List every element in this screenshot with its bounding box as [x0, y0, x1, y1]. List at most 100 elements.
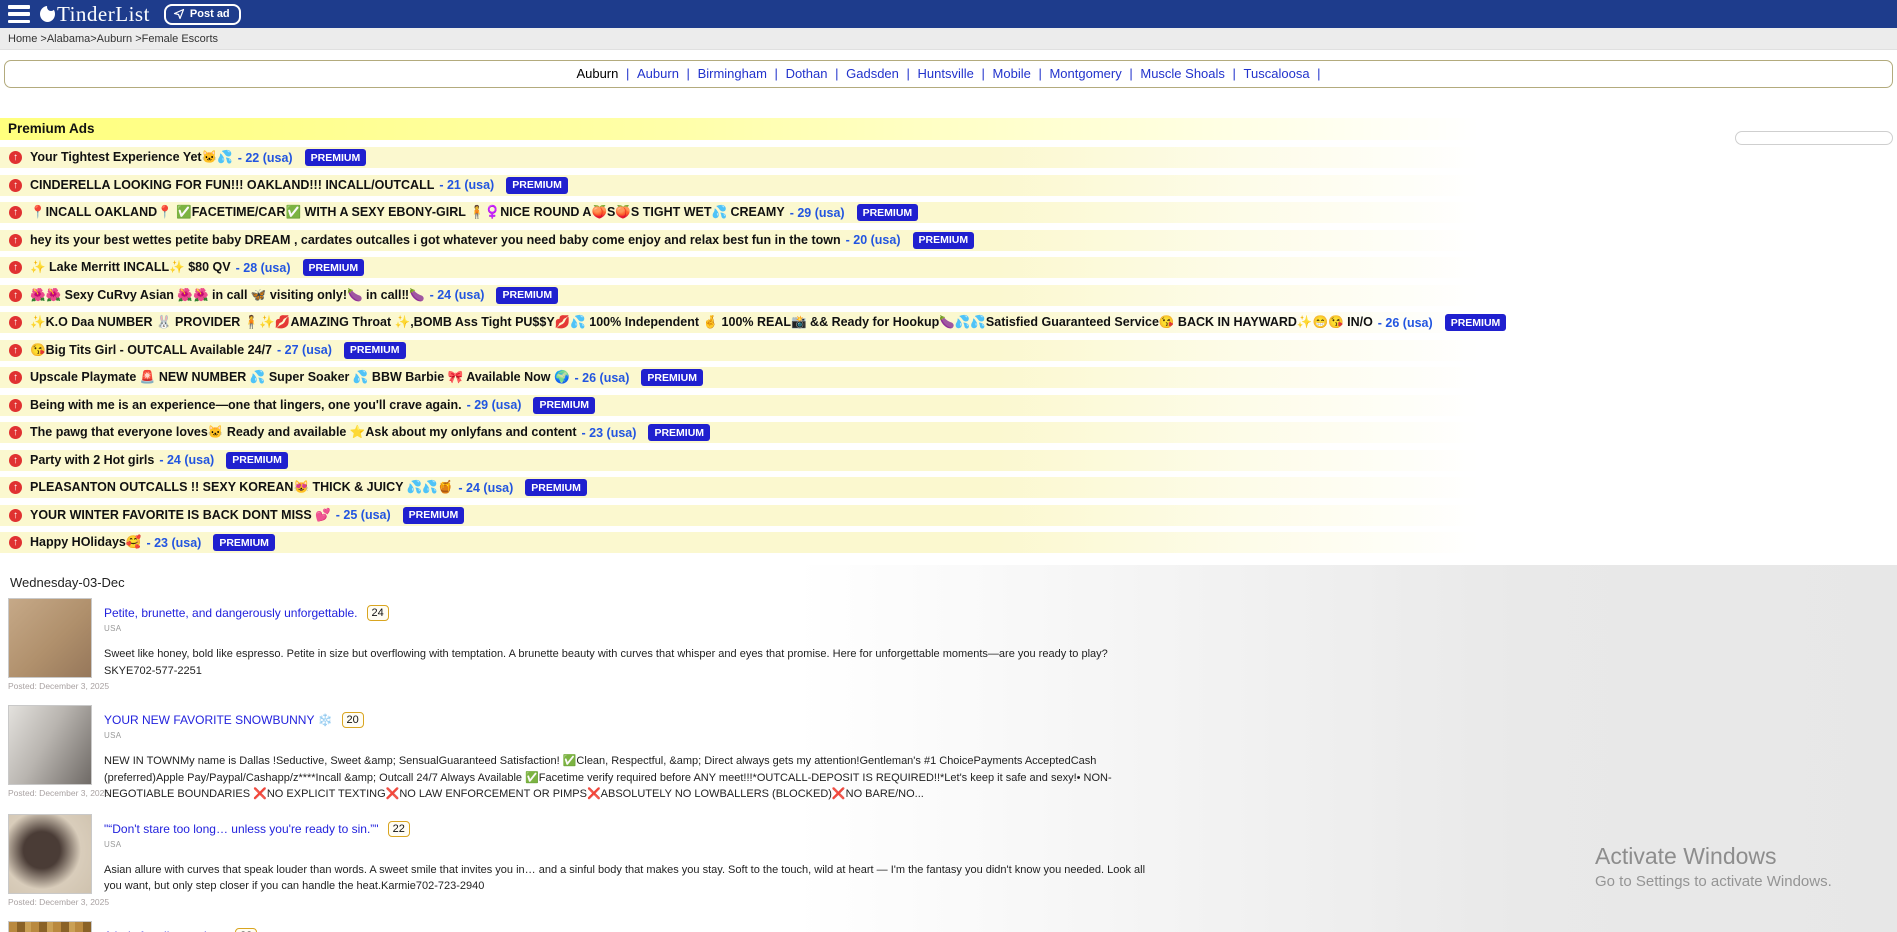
listing-thumbnail[interactable] — [8, 705, 92, 785]
premium-ad-age: - 22 (usa) — [238, 151, 293, 165]
premium-ad-age: - 25 (usa) — [336, 508, 391, 522]
premium-ad-age: - 29 (usa) — [790, 206, 845, 220]
premium-badge: PREMIUM — [913, 232, 975, 249]
premium-ad-row[interactable]: ↑ Upscale Playmate 🚨 NEW NUMBER 💦 Super … — [0, 367, 1897, 388]
city-link[interactable]: Auburn — [576, 66, 618, 81]
listing-thumbnail[interactable] — [8, 598, 92, 678]
premium-badge: PREMIUM — [344, 342, 406, 359]
premium-ad-age: - 29 (usa) — [467, 398, 522, 412]
listing-description: NEW IN TOWNMy name is Dallas !Seductive,… — [104, 753, 1149, 803]
premium-ad-title[interactable]: ✨ Lake Merritt INCALL✨ $80 QV — [30, 260, 231, 275]
premium-ad-title[interactable]: The pawg that everyone loves🐱 Ready and … — [30, 425, 577, 440]
city-links-box: Auburn | Auburn | Birmingham | Dothan | … — [4, 60, 1893, 88]
premium-ad-row[interactable]: ↑ ✨K.O Daa NUMBER 🐰 PROVIDER 🧍✨💋AMAZING … — [0, 312, 1897, 333]
listing-description: Asian allure with curves that speak loud… — [104, 862, 1149, 895]
brand-logo[interactable]: TinderList — [40, 2, 150, 27]
city-separator: | — [1317, 66, 1320, 81]
premium-badge: PREMIUM — [648, 424, 710, 441]
city-link[interactable]: Tuscaloosa — [1244, 66, 1310, 81]
up-arrow-icon: ↑ — [9, 399, 22, 412]
up-arrow-icon: ↑ — [9, 371, 22, 384]
premium-ad-row[interactable]: ↑ 😘Big Tits Girl - OUTCALL Available 24/… — [0, 340, 1897, 361]
age-badge: 38 — [235, 928, 257, 932]
premium-ad-title[interactable]: YOUR WINTER FAVORITE IS BACK DONT MISS 💕 — [30, 508, 331, 523]
empty-rounded-box[interactable] — [1735, 131, 1893, 145]
up-arrow-icon: ↑ — [9, 261, 22, 274]
post-ad-button[interactable]: Post ad — [164, 4, 241, 25]
premium-ad-title[interactable]: Upscale Playmate 🚨 NEW NUMBER 💦 Super So… — [30, 370, 570, 385]
breadcrumb-bar: Home >Alabama>Auburn >Female Escorts — [0, 28, 1897, 50]
post-ad-label: Post ad — [190, 8, 230, 20]
premium-ad-title[interactable]: 🌺🌺 Sexy CuRvy Asian 🌺🌺 in call 🦋 visitin… — [30, 288, 425, 303]
premium-ad-age: - 21 (usa) — [439, 178, 494, 192]
listing-body: Petite, brunette, and dangerously unforg… — [104, 598, 1149, 694]
premium-ad-row[interactable]: ↑ Party with 2 Hot girls - 24 (usa) PREM… — [0, 450, 1897, 471]
premium-ad-row[interactable]: ↑ 🌺🌺 Sexy CuRvy Asian 🌺🌺 in call 🦋 visit… — [0, 285, 1897, 306]
city-item: Auburn | — [574, 66, 635, 81]
up-arrow-icon: ↑ — [9, 289, 22, 302]
city-link[interactable]: Muscle Shoals — [1140, 66, 1225, 81]
up-arrow-icon: ↑ — [9, 234, 22, 247]
breadcrumb[interactable]: Home >Alabama>Auburn >Female Escorts — [8, 33, 218, 45]
city-link[interactable]: Huntsville — [918, 66, 974, 81]
city-separator: | — [1233, 66, 1236, 81]
listing-title-link[interactable]: Petite, brunette, and dangerously unforg… — [104, 606, 358, 620]
menu-icon[interactable] — [8, 5, 30, 23]
premium-ad-title[interactable]: 😘Big Tits Girl - OUTCALL Available 24/7 — [30, 343, 272, 358]
city-link[interactable]: Gadsden — [846, 66, 899, 81]
city-item: Muscle Shoals | — [1138, 66, 1241, 81]
listing-body: A lady for all occasions 38 USA — [104, 921, 1149, 932]
city-separator: | — [626, 66, 629, 81]
premium-ad-title[interactable]: PLEASANTON OUTCALLS !! SEXY KOREAN😻 THIC… — [30, 480, 453, 495]
premium-ad-row[interactable]: ↑ 📍INCALL OAKLAND📍 ✅FACETIME/CAR✅ WITH A… — [0, 202, 1897, 223]
listing-thumbnail[interactable] — [8, 921, 92, 932]
premium-badge: PREMIUM — [641, 369, 703, 386]
premium-ad-title[interactable]: Party with 2 Hot girls — [30, 453, 154, 467]
premium-ad-row[interactable]: ↑ hey its your best wettes petite baby D… — [0, 230, 1897, 251]
city-link[interactable]: Birmingham — [698, 66, 767, 81]
premium-badge: PREMIUM — [496, 287, 558, 304]
listing-title-row: A lady for all occasions 38 — [104, 928, 1149, 932]
premium-ad-row[interactable]: ↑ The pawg that everyone loves🐱 Ready an… — [0, 422, 1897, 443]
listing-thumbnail[interactable] — [8, 814, 92, 894]
premium-ad-row[interactable]: ↑ Being with me is an experience—one tha… — [0, 395, 1897, 416]
top-navigation-bar: TinderList Post ad — [0, 0, 1897, 28]
city-link[interactable]: Mobile — [993, 66, 1031, 81]
premium-ad-row[interactable]: ↑ CINDERELLA LOOKING FOR FUN!!! OAKLAND!… — [0, 175, 1897, 196]
premium-ad-row[interactable]: ↑ YOUR WINTER FAVORITE IS BACK DONT MISS… — [0, 505, 1897, 526]
listing-phone-line: SKYE702-577-2251 — [104, 663, 1149, 680]
listing-title-link[interactable]: A lady for all occasions — [104, 929, 226, 932]
premium-badge: PREMIUM — [525, 479, 587, 496]
listing-title-link[interactable]: "“Don't stare too long… unless you're re… — [104, 822, 379, 836]
listing-title-link[interactable]: YOUR NEW FAVORITE SNOWBUNNY ❄️ — [104, 713, 333, 727]
premium-ad-row[interactable]: ↑ Your Tightest Experience Yet🐱💦 - 22 (u… — [0, 147, 1897, 168]
premium-ad-title[interactable]: ✨K.O Daa NUMBER 🐰 PROVIDER 🧍✨💋AMAZING Th… — [30, 315, 1373, 330]
premium-ad-row[interactable]: ↑ PLEASANTON OUTCALLS !! SEXY KOREAN😻 TH… — [0, 477, 1897, 498]
premium-ad-title[interactable]: 📍INCALL OAKLAND📍 ✅FACETIME/CAR✅ WITH A S… — [30, 205, 785, 220]
listing-card: A lady for all occasions 38 USA — [8, 921, 1150, 932]
city-link[interactable]: Montgomery — [1049, 66, 1121, 81]
flame-icon — [40, 6, 55, 22]
city-link[interactable]: Auburn — [637, 66, 679, 81]
premium-ad-title[interactable]: Happy HOlidays🥰 — [30, 535, 141, 550]
premium-ad-title[interactable]: CINDERELLA LOOKING FOR FUN!!! OAKLAND!!!… — [30, 178, 434, 192]
up-arrow-icon: ↑ — [9, 179, 22, 192]
listing-country: USA — [104, 624, 1149, 633]
city-separator: | — [835, 66, 838, 81]
date-header: Wednesday-03-Dec — [0, 565, 1897, 598]
listing-thumb-column: Posted: December 3, 2025 — [8, 814, 92, 910]
premium-ad-row[interactable]: ↑ ✨ Lake Merritt INCALL✨ $80 QV - 28 (us… — [0, 257, 1897, 278]
premium-ads-list: ↑ Your Tightest Experience Yet🐱💦 - 22 (u… — [0, 147, 1897, 553]
premium-ad-title[interactable]: hey its your best wettes petite baby DRE… — [30, 233, 841, 247]
premium-ad-title[interactable]: Being with me is an experience—one that … — [30, 398, 462, 412]
premium-badge: PREMIUM — [506, 177, 568, 194]
premium-ad-row[interactable]: ↑ Happy HOlidays🥰 - 23 (usa) PREMIUM — [0, 532, 1897, 553]
city-link[interactable]: Dothan — [786, 66, 828, 81]
premium-ad-age: - 23 (usa) — [146, 536, 201, 550]
premium-ad-title[interactable]: Your Tightest Experience Yet🐱💦 — [30, 150, 233, 165]
city-separator: | — [1129, 66, 1132, 81]
premium-badge: PREMIUM — [1445, 314, 1507, 331]
listing-country: USA — [104, 840, 1149, 849]
posted-date: Posted: December 3, 2025 — [8, 897, 92, 907]
premium-ad-age: - 24 (usa) — [430, 288, 485, 302]
